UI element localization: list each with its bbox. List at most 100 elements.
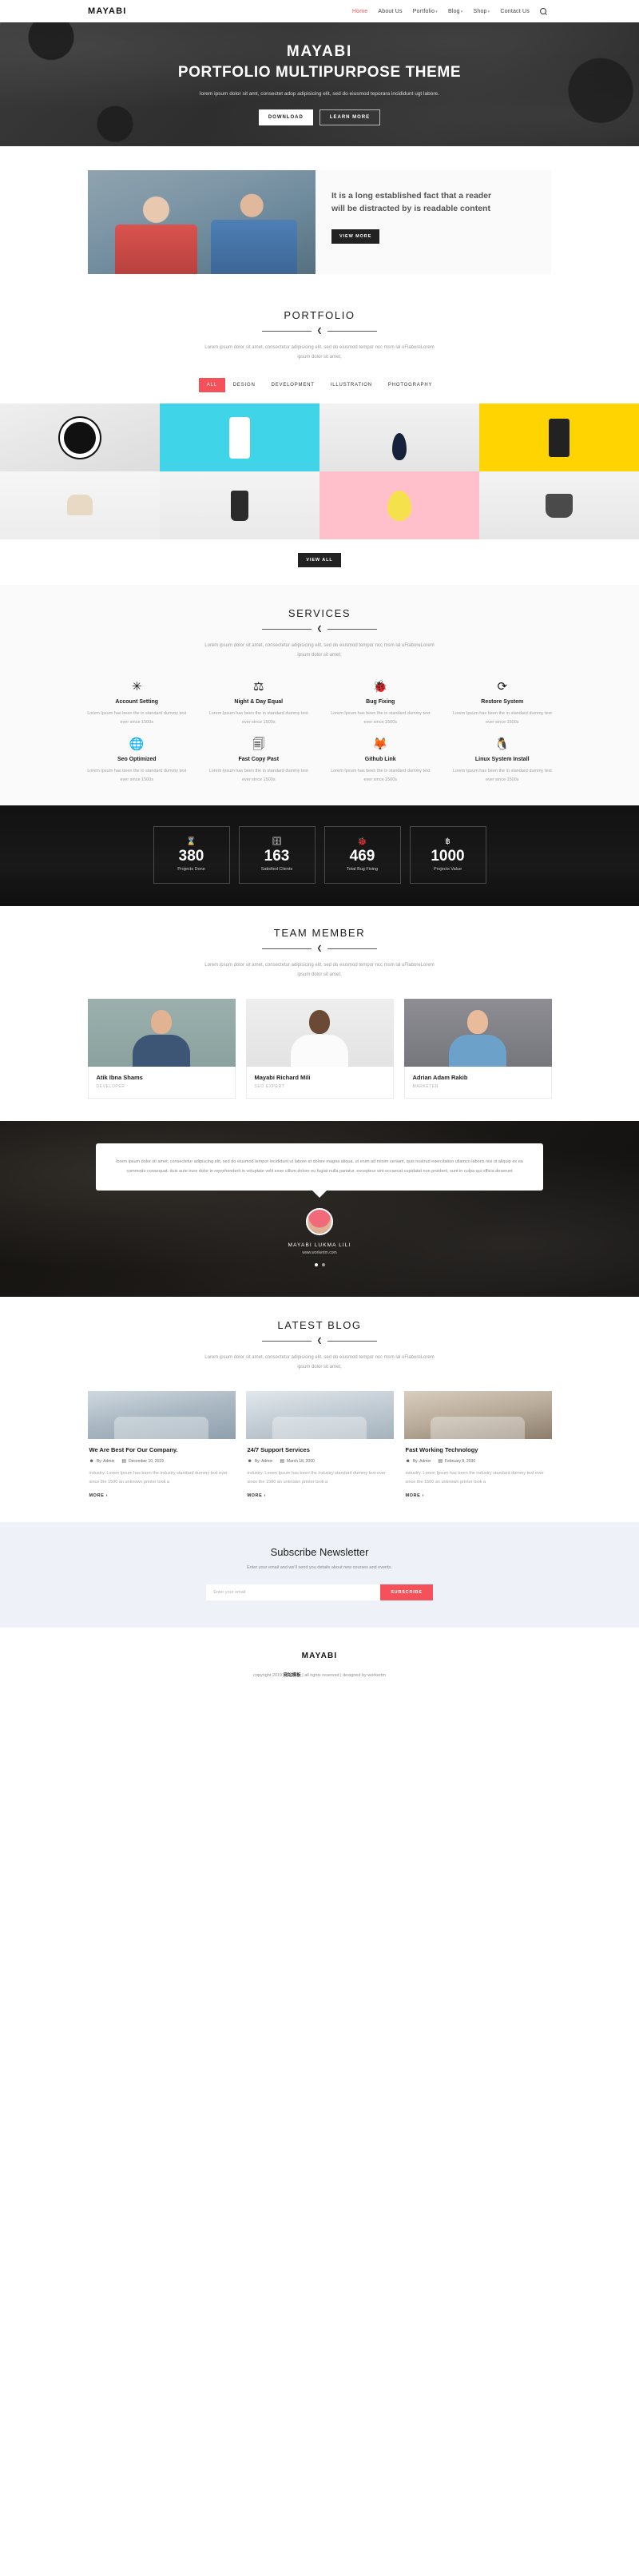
newsletter-form: SUBSCRIBE	[0, 1584, 639, 1600]
team-card[interactable]: Atik Ibna Shams DEVELOPER	[87, 999, 236, 1099]
search-icon[interactable]	[540, 7, 547, 15]
portfolio-item[interactable]	[160, 471, 320, 539]
blog-body: Fast Working Technology ☻ By: Admin ▤ Febr…	[404, 1439, 552, 1498]
service-card[interactable]: 🐞 Bug Fixing Lorem Ipsum has been the in…	[323, 681, 438, 727]
blog-more-link[interactable]: MORE ›	[89, 1493, 234, 1498]
blog-more-link[interactable]: MORE ›	[248, 1493, 392, 1498]
blog-meta: ☻ By: Admin ▤ February 8, 2030	[406, 1459, 550, 1464]
team-title: TEAM MEMBER	[273, 927, 366, 939]
blog-card[interactable]: Fast Working Technology ☻ By: Admin ▤ Febr…	[403, 1391, 552, 1498]
stats-section: ⌛ 380 Projects Done 🗄 163 Satisfied Clie…	[0, 805, 639, 906]
team-card[interactable]: Adrian Adam Rakib MARKETER	[403, 999, 552, 1099]
avatar	[467, 1010, 488, 1034]
filter-photography[interactable]: PHOTOGRAPHY	[380, 378, 440, 392]
refresh-cycle-icon: ⟳	[497, 680, 508, 694]
service-name: Fast Copy Past	[238, 757, 280, 762]
nav-item-contact-us[interactable]: Contact Us	[500, 9, 530, 14]
team-info: Adrian Adam Rakib MARKETER	[403, 1067, 552, 1099]
calendar-icon: ▤	[438, 1459, 443, 1464]
site-logo[interactable]: MAYABI	[88, 6, 127, 16]
portfolio-footer: VIEW ALL	[0, 539, 639, 585]
filter-illustration[interactable]: ILLUSTRATION	[323, 378, 380, 392]
blog-author-label: By: Admin	[412, 1459, 431, 1464]
divider-line-left	[261, 1340, 312, 1342]
hero-subtitle: PORTFOLIO MULTIPURPOSE THEME	[177, 64, 462, 81]
portfolio-item[interactable]	[0, 403, 160, 471]
service-description: Lorem Ipsum has been the in standard dum…	[331, 769, 431, 782]
service-card[interactable]: 🐧 Linux System Install Lorem Ipsum has b…	[446, 738, 560, 785]
carousel-dot[interactable]	[321, 1263, 325, 1267]
portfolio-filters: ALL DESIGN DEVELOPMENT ILLUSTRATION PHOT…	[0, 378, 639, 392]
team-member-role: MARKETER	[412, 1084, 439, 1089]
learn-more-button[interactable]: LEARN MORE	[319, 109, 381, 125]
nav-item-blog[interactable]: Blog▾	[448, 9, 463, 14]
section-divider: ❮	[0, 945, 639, 952]
service-description: Lorem Ipsum has been the in standard dum…	[208, 769, 308, 782]
blog-post-title[interactable]: 24/7 Support Services	[248, 1446, 392, 1453]
service-card[interactable]: 🌐 Seo Optimized Lorem Ipsum has been the…	[80, 738, 194, 785]
hero-buttons: DOWNLOAD LEARN MORE	[178, 109, 461, 125]
nav-item-shop[interactable]: Shop▾	[474, 9, 490, 14]
portfolio-item[interactable]	[0, 471, 160, 539]
service-card[interactable]: 🦊 Github Link Lorem Ipsum has been the i…	[323, 738, 438, 785]
filter-design[interactable]: DESIGN	[225, 378, 264, 392]
blog-date: ▤ December 10, 2019	[121, 1459, 164, 1464]
testimonial-avatar	[306, 1208, 333, 1236]
service-card[interactable]: ✳ Account Setting Lorem Ipsum has been t…	[80, 681, 194, 727]
portfolio-item[interactable]	[320, 403, 479, 471]
nav-item-about-us[interactable]: About Us	[378, 9, 402, 14]
portfolio-item[interactable]	[160, 403, 320, 471]
service-card[interactable]: ⟳ Restore System Lorem Ipsum has been th…	[446, 681, 560, 727]
stat-label: Projects Done	[177, 867, 205, 873]
filter-all[interactable]: ALL	[198, 378, 225, 392]
team-photo	[87, 999, 236, 1067]
bug-icon: 🐞	[372, 680, 388, 694]
copyright-post: | all rights reserved | designed by work…	[300, 1673, 386, 1678]
hourglass-icon: ⌛	[186, 837, 196, 846]
portfolio-item[interactable]	[320, 471, 479, 539]
blog-date-label: February 8, 2030	[445, 1459, 476, 1464]
about-heading: It is a long established fact that a rea…	[331, 191, 492, 214]
globe-icon: 🌐	[129, 737, 145, 751]
scales-balance-icon: ⚖	[253, 680, 264, 694]
service-name: Seo Optimized	[117, 757, 157, 762]
newsletter-subtitle: Enter your email and we'll send you deta…	[247, 1565, 392, 1570]
divider-line-right	[327, 1340, 378, 1342]
nav-item-home[interactable]: Home	[352, 9, 367, 14]
nav-item-portfolio[interactable]: Portfolio▾	[413, 9, 438, 14]
blog-card[interactable]: We Are Best For Our Company. ☻ By: Admin …	[87, 1391, 236, 1498]
portfolio-grid	[0, 403, 639, 539]
blog-post-title[interactable]: Fast Working Technology	[406, 1446, 550, 1453]
section-divider: ❮	[0, 1338, 639, 1344]
portfolio-item[interactable]	[479, 403, 639, 471]
view-all-button[interactable]: VIEW ALL	[298, 553, 341, 567]
blog-title: LATEST BLOG	[277, 1319, 362, 1331]
divider-line-left	[261, 628, 312, 630]
carousel-dot[interactable]	[314, 1263, 318, 1267]
portfolio-item[interactable]	[479, 471, 639, 539]
nav-label-home: Home	[351, 8, 368, 14]
bitcoin-icon: ฿	[445, 837, 450, 846]
service-card[interactable]: 🗐 Fast Copy Past Lorem Ipsum has been th…	[202, 738, 316, 785]
blog-author: ☻ By: Admin	[406, 1459, 431, 1464]
team-card[interactable]: Mayabi Richard Mili SEO EXPERT	[245, 999, 394, 1099]
divider-line-right	[327, 628, 378, 630]
filter-development[interactable]: DEVELOPMENT	[264, 378, 323, 392]
blog-description: Lorem ipsum dolor sit amet, consectetur …	[204, 1355, 435, 1369]
blog-header: LATEST BLOG ❮ Lorem ipsum dolor sit amet…	[0, 1319, 639, 1372]
email-field[interactable]	[206, 1584, 381, 1600]
blog-thumbnail	[87, 1391, 236, 1439]
blog-card[interactable]: 24/7 Support Services ☻ By: Admin ▤ March …	[245, 1391, 394, 1498]
subscribe-button[interactable]: SUBSCRIBE	[380, 1584, 433, 1600]
service-card[interactable]: ⚖ Night & Day Equal Lorem Ipsum has been…	[202, 681, 316, 727]
hero-description: lorem ipsum dolor sit amt, consectet ado…	[200, 91, 439, 97]
stat-value: 380	[178, 847, 204, 865]
download-button[interactable]: DOWNLOAD	[258, 109, 313, 125]
view-more-button[interactable]: VIEW MORE	[331, 229, 380, 244]
blog-body: 24/7 Support Services ☻ By: Admin ▤ March …	[246, 1439, 394, 1498]
blog-more-link[interactable]: MORE ›	[406, 1493, 550, 1498]
blog-date-label: March 18, 2000	[287, 1459, 315, 1464]
blog-post-title[interactable]: We Are Best For Our Company.	[89, 1446, 234, 1453]
stat-card: 🗄 163 Satisfied Clients	[238, 826, 316, 884]
service-description: Lorem Ipsum has been the in standard dum…	[208, 711, 308, 725]
